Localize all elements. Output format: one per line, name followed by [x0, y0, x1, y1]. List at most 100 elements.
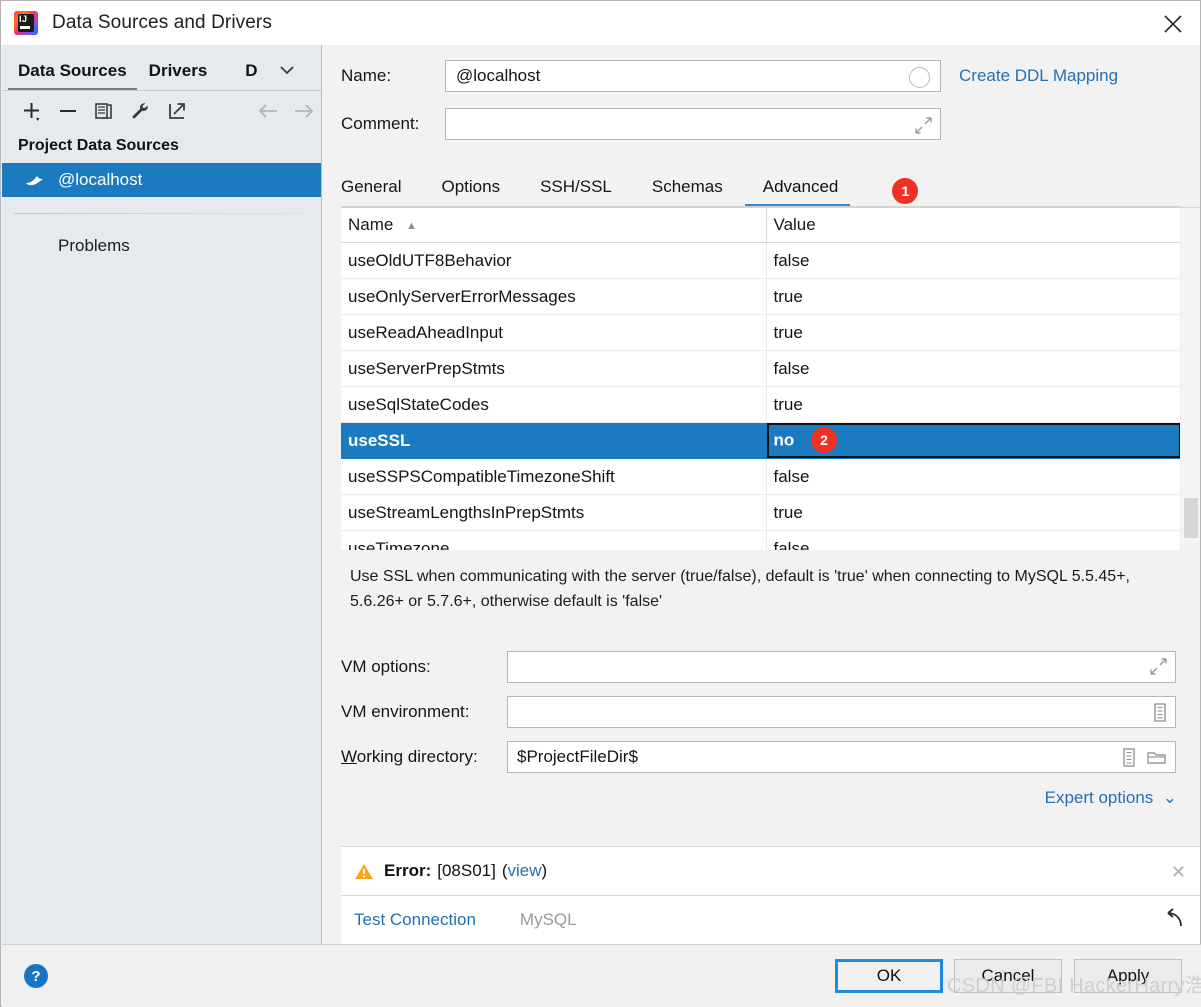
sidebar-item-localhost-label: @localhost [58, 170, 143, 189]
vertical-scrollbar[interactable] [1180, 208, 1200, 550]
tab-options[interactable]: Options [441, 177, 500, 207]
left-toolbar [2, 91, 321, 131]
help-icon[interactable]: ? [24, 964, 48, 988]
error-label: Error: [384, 861, 432, 880]
error-view-link[interactable]: view [508, 861, 542, 880]
property-description: Use SSL when communicating with the serv… [350, 568, 1130, 610]
cell-value[interactable]: false [766, 350, 1181, 387]
close-icon[interactable] [1158, 9, 1188, 39]
table-row[interactable]: useReadAheadInput true [341, 314, 1181, 351]
expert-options-link[interactable]: Expert options ⌄ [322, 788, 1177, 808]
name-input-value: @localhost [456, 66, 541, 85]
action-bar: Test Connection MySQL [341, 896, 1200, 944]
wrench-icon[interactable] [124, 96, 156, 126]
list-icon[interactable] [1121, 748, 1137, 767]
folder-icon[interactable] [1147, 750, 1167, 766]
working-directory-input[interactable]: $ProjectFileDir$ [507, 741, 1176, 773]
sidebar-item-problems[interactable]: Problems [2, 214, 321, 256]
scrollbar-thumb[interactable] [1184, 498, 1198, 538]
data-sources-dialog: IJ Data Sources and Drivers Data Sources… [0, 0, 1201, 1007]
cell-value[interactable]: true [766, 494, 1181, 531]
expert-options-label: Expert options [1044, 788, 1154, 807]
cell-name: useTimezone [341, 530, 767, 550]
tab-drivers-label: Drivers [148, 61, 208, 80]
table-row-selected[interactable]: useSSL no 2 [341, 422, 1181, 459]
tab-general[interactable]: General [341, 177, 401, 207]
cell-value[interactable]: true [766, 314, 1181, 351]
cell-value[interactable]: false [766, 530, 1181, 550]
ok-button[interactable]: OK [835, 959, 943, 993]
dialog-button-bar: ? OK Cancel Apply [2, 944, 1201, 1007]
add-button[interactable] [16, 96, 48, 126]
column-header-value[interactable]: Value [766, 208, 1181, 243]
cell-value[interactable]: false [766, 458, 1181, 495]
left-panel: Data Sources Drivers DDL Mappings [2, 45, 322, 944]
cell-value-editing[interactable]: no 2 [766, 422, 1181, 459]
driver-label: MySQL [519, 910, 577, 929]
close-icon[interactable]: ✕ [1171, 862, 1186, 883]
column-header-name[interactable]: Name ▲ [341, 208, 767, 243]
table-row[interactable]: useSSPSCompatibleTimezoneShift false [341, 458, 1181, 495]
step-badge-1: 1 [892, 178, 919, 204]
vm-options-row: VM options: [341, 650, 1200, 684]
remove-button[interactable] [52, 96, 84, 126]
cell-value[interactable]: true [766, 278, 1181, 315]
revert-icon[interactable] [1160, 906, 1186, 936]
back-button[interactable] [252, 96, 284, 126]
test-connection-link[interactable]: Test Connection [354, 910, 476, 930]
name-input[interactable]: @localhost [445, 60, 941, 92]
color-circle-icon[interactable] [909, 67, 930, 88]
tab-ddl-mappings[interactable]: DDL Mappings [245, 61, 257, 91]
table-row[interactable]: useSqlStateCodes true [341, 386, 1181, 423]
warning-triangle-icon [354, 862, 374, 881]
vm-environment-input[interactable] [507, 696, 1176, 728]
title-bar: IJ Data Sources and Drivers [1, 1, 1200, 45]
chevron-down-icon[interactable] [277, 63, 297, 81]
left-tab-bar: Data Sources Drivers DDL Mappings [2, 45, 321, 91]
expand-icon[interactable] [1150, 658, 1167, 675]
tab-drivers[interactable]: Drivers [149, 61, 208, 91]
tab-advanced[interactable]: Advanced [744, 177, 850, 207]
cell-name: useOnlyServerErrorMessages [341, 278, 767, 315]
cell-name: useSqlStateCodes [341, 386, 767, 423]
tab-data-sources[interactable]: Data Sources [8, 61, 137, 91]
vm-options-label: VM options: [341, 657, 431, 676]
name-label: Name: [341, 66, 392, 85]
details-panel: Name: @localhost Create DDL Mapping Comm… [322, 45, 1200, 944]
vm-environment-row: VM environment: [341, 695, 1200, 729]
apply-button[interactable]: Apply [1074, 959, 1182, 993]
working-directory-label: WWorking directory:orking directory: [341, 747, 478, 766]
working-directory-row: WWorking directory:orking directory: $Pr… [341, 740, 1200, 774]
tab-ssh-ssl[interactable]: SSH/SSL [540, 177, 612, 207]
cell-value[interactable]: true [766, 386, 1181, 423]
comment-input[interactable] [445, 108, 941, 140]
tab-schemas[interactable]: Schemas [652, 177, 723, 207]
comment-row: Comment: [341, 107, 1200, 141]
cell-value[interactable]: false [766, 242, 1181, 279]
working-directory-value: $ProjectFileDir$ [517, 747, 638, 766]
table-row[interactable]: useStreamLengthsInPrepStmts true [341, 494, 1181, 531]
table-row[interactable]: useServerPrepStmts false [341, 350, 1181, 387]
table-row[interactable]: useTimezone false [341, 530, 1181, 550]
comment-label: Comment: [341, 114, 420, 133]
sidebar-item-localhost[interactable]: @localhost [2, 163, 321, 197]
name-row: Name: @localhost Create DDL Mapping [341, 59, 1200, 93]
cell-name: useOldUTF8Behavior [341, 242, 767, 279]
cell-name: useServerPrepStmts [341, 350, 767, 387]
forward-button[interactable] [288, 96, 320, 126]
expand-icon[interactable] [915, 117, 932, 138]
copy-button[interactable] [88, 96, 120, 126]
chevron-down-icon: ⌄ [1158, 788, 1177, 807]
table-header-row: Name ▲ Value [341, 208, 1181, 243]
advanced-properties-table: Name ▲ Value useOldUTF8Behavior false use… [341, 207, 1200, 550]
cancel-button[interactable]: Cancel [954, 959, 1062, 993]
create-ddl-mapping-link[interactable]: Create DDL Mapping [959, 66, 1118, 86]
cell-name: useSSPSCompatibleTimezoneShift [341, 458, 767, 495]
table-row[interactable]: useOldUTF8Behavior false [341, 242, 1181, 279]
vm-options-input[interactable] [507, 651, 1176, 683]
list-icon[interactable] [1152, 703, 1168, 722]
sort-ascending-icon: ▲ [406, 219, 417, 232]
sidebar-item-problems-label: Problems [58, 236, 130, 255]
external-link-icon[interactable] [160, 96, 192, 126]
table-row[interactable]: useOnlyServerErrorMessages true [341, 278, 1181, 315]
